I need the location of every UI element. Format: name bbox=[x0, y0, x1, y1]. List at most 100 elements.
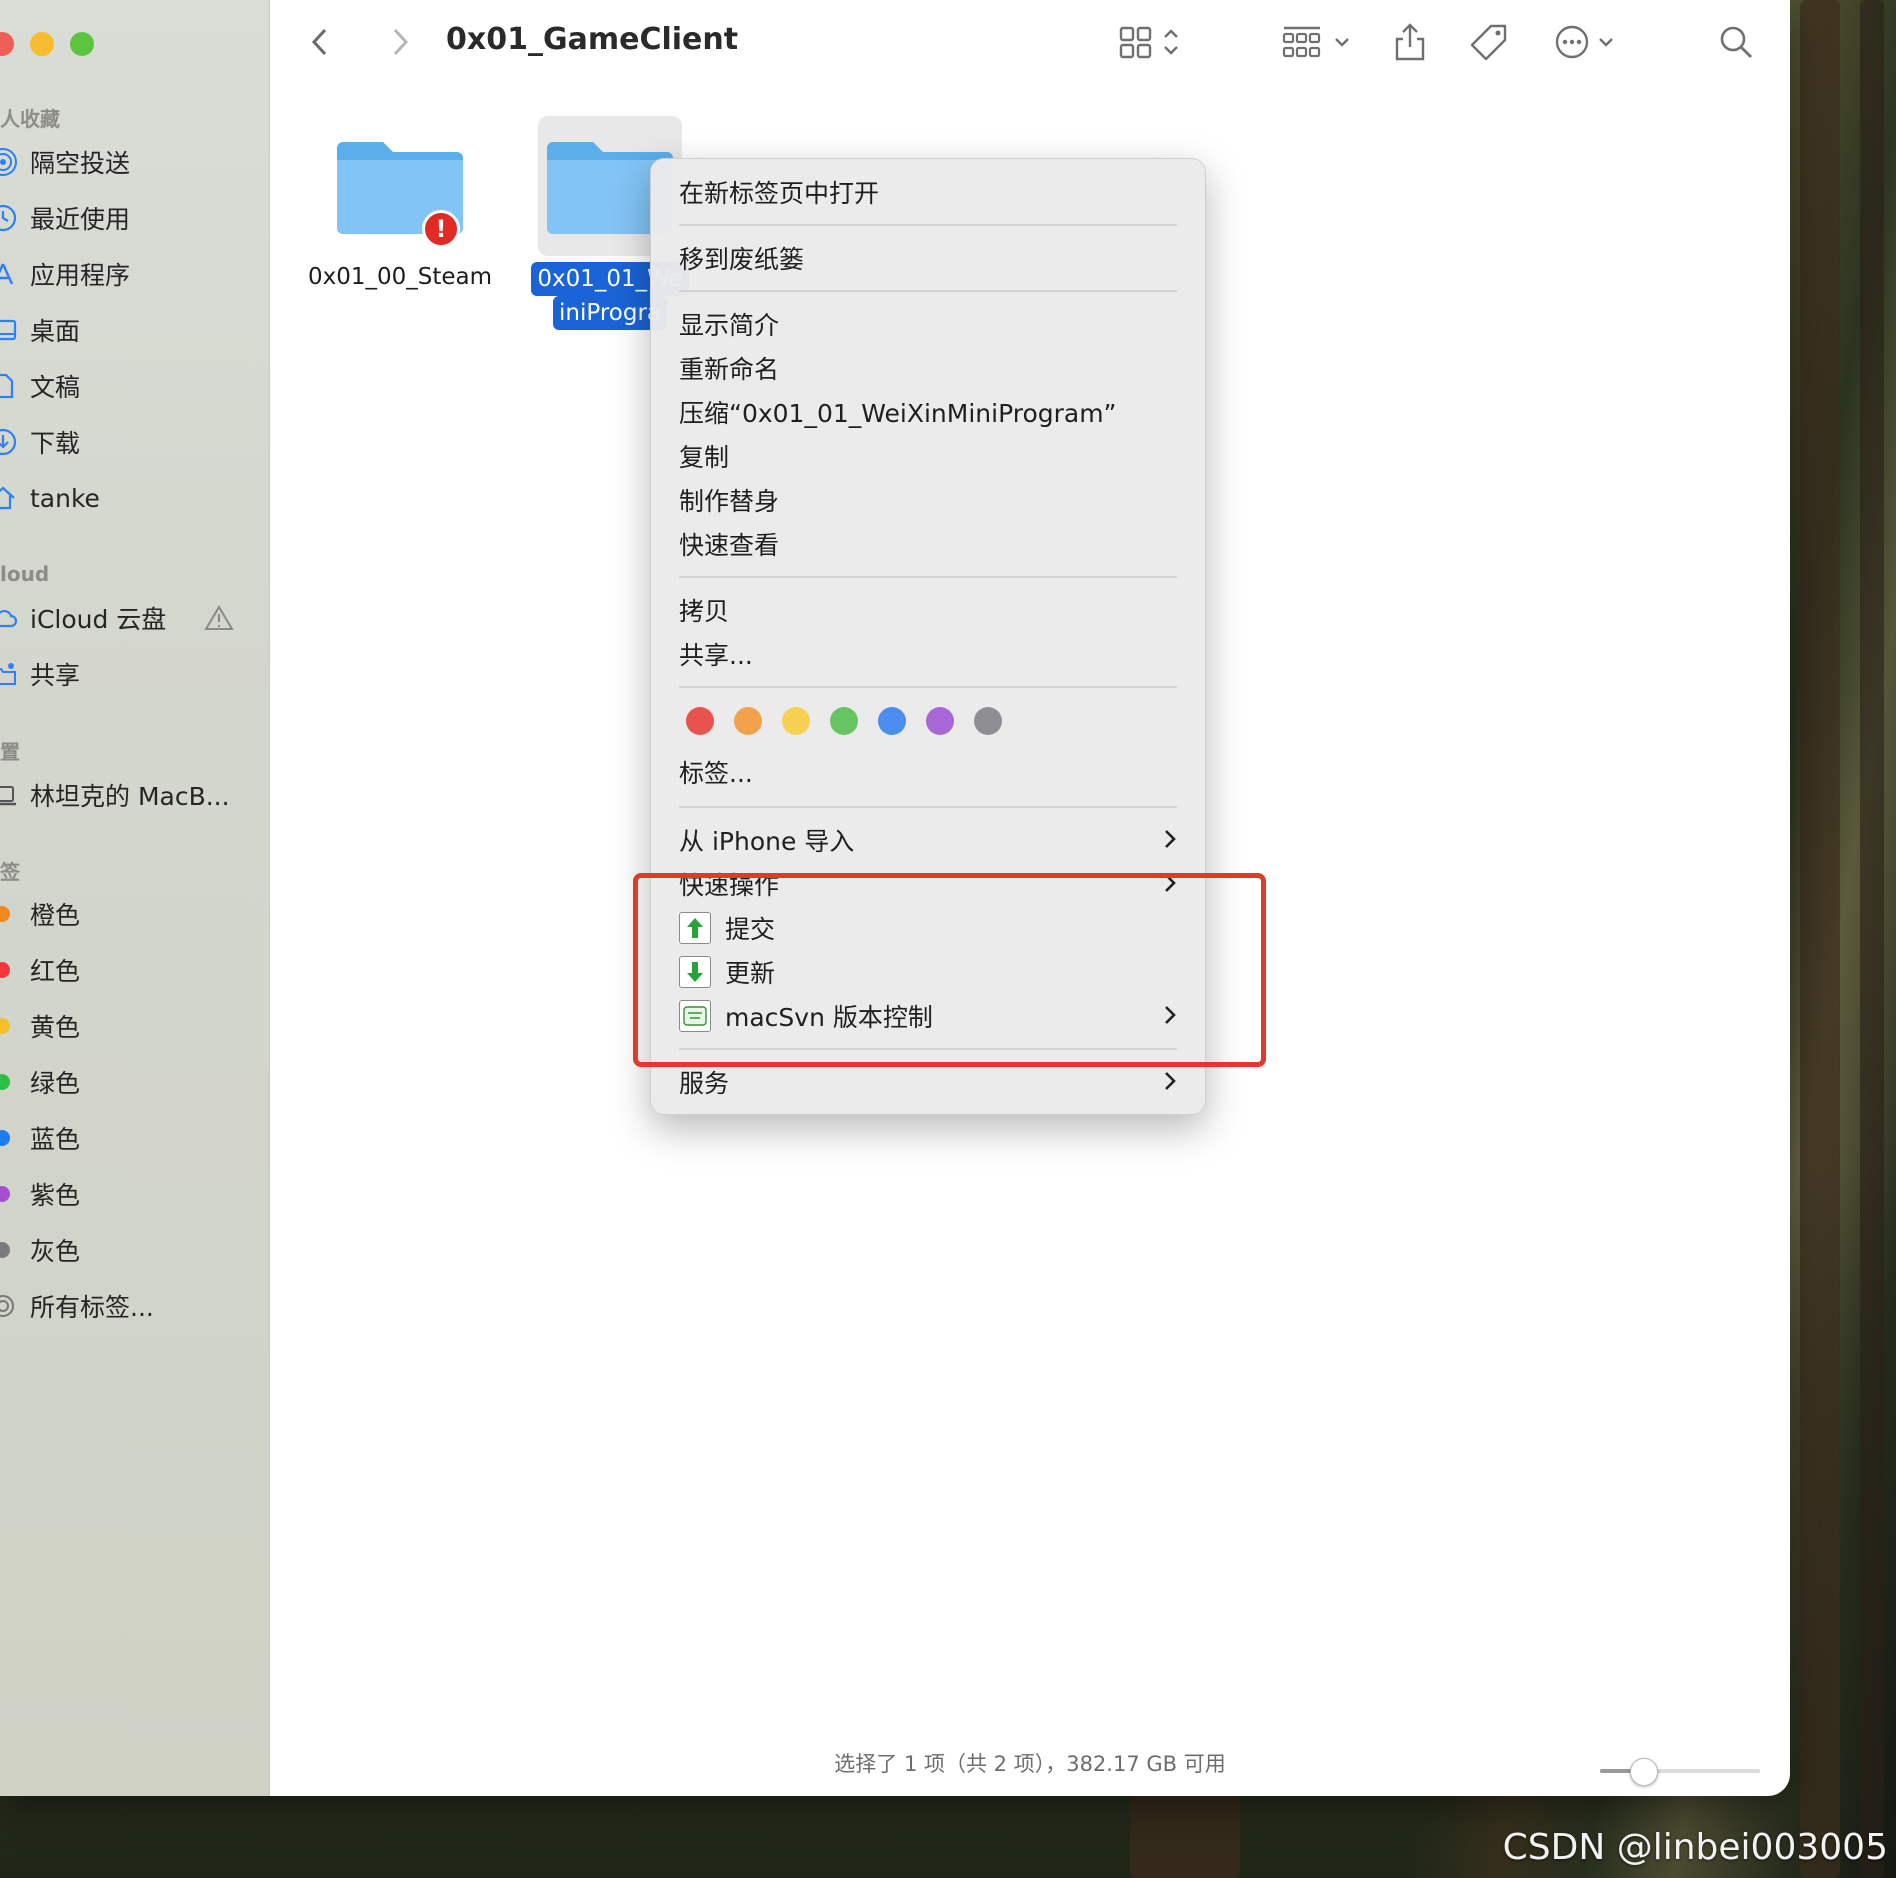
shared-folder-icon bbox=[0, 659, 30, 689]
clock-icon bbox=[0, 203, 30, 233]
sidebar-item-applications[interactable]: 应用程序 bbox=[0, 254, 130, 294]
menu-item-share[interactable]: 共享... bbox=[679, 634, 1177, 674]
sidebar-item-label: 所有标签... bbox=[30, 1293, 154, 1322]
menu-item-label: 共享... bbox=[679, 641, 753, 670]
zoom-window-button[interactable] bbox=[70, 32, 94, 56]
menu-item-label: 标签... bbox=[679, 759, 753, 788]
status-bar: 选择了 1 项（共 2 项），382.17 GB 可用 bbox=[270, 1748, 1790, 1788]
menu-item-tags[interactable]: 标签... bbox=[679, 752, 1177, 792]
sidebar-item-label: 黄色 bbox=[30, 1013, 81, 1042]
menu-item-label: 服务 bbox=[679, 1069, 730, 1098]
share-button[interactable] bbox=[1390, 22, 1430, 66]
sidebar-item-tag-purple[interactable]: 紫色 bbox=[0, 1174, 80, 1214]
sidebar-item-label: 文稿 bbox=[30, 373, 81, 402]
menu-separator bbox=[679, 224, 1177, 226]
window-title: 0x01_GameClient bbox=[446, 22, 739, 57]
forward-button[interactable] bbox=[380, 22, 420, 66]
sidebar-item-tag-orange[interactable]: 橙色 bbox=[0, 894, 80, 934]
cloud-icon bbox=[0, 603, 30, 633]
menu-item-label: 压缩“0x01_01_WeiXinMiniProgram” bbox=[679, 399, 1117, 428]
tag-color-dot bbox=[0, 906, 10, 922]
menu-item-services[interactable]: 服务 bbox=[679, 1062, 1177, 1102]
sidebar-item-tag-green[interactable]: 绿色 bbox=[0, 1062, 80, 1102]
sidebar-heading-favorites: 人收藏 bbox=[0, 107, 60, 131]
ellipsis-circle-icon bbox=[1554, 24, 1624, 64]
sidebar-item-recents[interactable]: 最近使用 bbox=[0, 198, 130, 238]
menu-separator bbox=[679, 576, 1177, 578]
menu-item-import-from-iphone[interactable]: 从 iPhone 导入 bbox=[679, 820, 1177, 860]
menu-item-duplicate[interactable]: 复制 bbox=[679, 436, 1177, 476]
sidebar-item-shared[interactable]: 共享 bbox=[0, 654, 80, 694]
close-window-button[interactable] bbox=[0, 32, 14, 56]
sidebar-item-label: 下载 bbox=[30, 429, 81, 458]
sidebar-heading-locations: 置 bbox=[0, 740, 20, 764]
back-button[interactable] bbox=[300, 22, 340, 66]
slider-knob[interactable] bbox=[1630, 1758, 1659, 1786]
menu-item-label: 制作替身 bbox=[679, 487, 780, 516]
menu-item-copy[interactable]: 拷贝 bbox=[679, 590, 1177, 630]
sidebar-item-desktop[interactable]: 桌面 bbox=[0, 310, 80, 350]
sidebar-item-label: 桌面 bbox=[30, 317, 81, 346]
menu-item-make-alias[interactable]: 制作替身 bbox=[679, 480, 1177, 520]
tag-color-yellow[interactable] bbox=[782, 707, 810, 735]
tag-color-orange[interactable] bbox=[734, 707, 762, 735]
search-icon bbox=[1718, 24, 1754, 64]
chevron-right-icon bbox=[1163, 1068, 1177, 1100]
status-text: 选择了 1 项（共 2 项），382.17 GB 可用 bbox=[834, 1752, 1226, 1776]
sidebar-item-icloud-drive[interactable]: iCloud 云盘 bbox=[0, 598, 235, 638]
tag-color-green[interactable] bbox=[830, 707, 858, 735]
sidebar-item-tag-gray[interactable]: 灰色 bbox=[0, 1230, 80, 1270]
sidebar-item-label: 隔空投送 bbox=[30, 149, 131, 178]
tag-color-gray[interactable] bbox=[974, 707, 1002, 735]
menu-item-label: 重新命名 bbox=[679, 355, 780, 384]
tag-color-purple[interactable] bbox=[926, 707, 954, 735]
menu-item-label: 从 iPhone 导入 bbox=[679, 827, 855, 856]
sidebar-item-label: 共享 bbox=[30, 661, 81, 690]
laptop-icon bbox=[0, 780, 30, 810]
tag-color-red[interactable] bbox=[686, 707, 714, 735]
icon-size-slider[interactable] bbox=[1600, 1758, 1760, 1786]
document-icon bbox=[0, 371, 30, 401]
sidebar-heading-tags: 签 bbox=[0, 860, 20, 884]
view-mode-button[interactable] bbox=[1118, 22, 1194, 66]
menu-item-quick-look[interactable]: 快速查看 bbox=[679, 524, 1177, 564]
sidebar-item-label: 应用程序 bbox=[30, 261, 131, 290]
tag-button[interactable] bbox=[1468, 22, 1510, 66]
sidebar-item-tag-red[interactable]: 红色 bbox=[0, 950, 80, 990]
sidebar-item-label: 蓝色 bbox=[30, 1125, 81, 1154]
chevron-right-icon bbox=[390, 26, 410, 62]
sidebar: 人收藏 隔空投送 最近使用 应用程序 桌面 文稿 下载 tanke loud i… bbox=[0, 0, 270, 1796]
sidebar-item-airdrop[interactable]: 隔空投送 bbox=[0, 142, 130, 182]
menu-item-open-new-tab[interactable]: 在新标签页中打开 bbox=[679, 172, 1177, 212]
folder-icon: ! bbox=[300, 130, 500, 256]
group-grid-icon bbox=[1282, 24, 1356, 64]
home-icon bbox=[0, 483, 30, 513]
menu-item-rename[interactable]: 重新命名 bbox=[679, 348, 1177, 388]
sidebar-item-documents[interactable]: 文稿 bbox=[0, 366, 80, 406]
minimize-window-button[interactable] bbox=[30, 32, 54, 56]
menu-separator bbox=[679, 806, 1177, 808]
group-by-button[interactable] bbox=[1282, 22, 1356, 66]
sidebar-item-home[interactable]: tanke bbox=[0, 478, 100, 518]
sidebar-item-all-tags[interactable]: 所有标签... bbox=[0, 1286, 154, 1326]
tag-color-blue[interactable] bbox=[878, 707, 906, 735]
file-name-label: 0x01_00_Steam bbox=[307, 264, 493, 290]
menu-item-move-to-trash[interactable]: 移到废纸篓 bbox=[679, 238, 1177, 278]
menu-item-compress[interactable]: 压缩“0x01_01_WeiXinMiniProgram” bbox=[679, 392, 1177, 432]
menu-item-label: 在新标签页中打开 bbox=[679, 179, 880, 208]
tag-color-dot bbox=[0, 1130, 10, 1146]
sidebar-item-label: 灰色 bbox=[30, 1237, 81, 1266]
sidebar-item-tag-yellow[interactable]: 黄色 bbox=[0, 1006, 80, 1046]
chevron-left-icon bbox=[310, 26, 330, 62]
sidebar-item-label: 红色 bbox=[30, 957, 81, 986]
search-button[interactable] bbox=[1716, 22, 1756, 66]
sidebar-heading-icloud: loud bbox=[0, 562, 50, 586]
sidebar-item-macbook[interactable]: 林坦克的 MacB... bbox=[0, 775, 230, 815]
warning-icon bbox=[204, 604, 235, 632]
error-badge-icon: ! bbox=[422, 210, 460, 248]
folder-item-steam[interactable]: ! 0x01_00_Steam bbox=[300, 130, 500, 294]
more-actions-button[interactable] bbox=[1554, 22, 1624, 66]
sidebar-item-downloads[interactable]: 下载 bbox=[0, 422, 80, 462]
menu-item-get-info[interactable]: 显示简介 bbox=[679, 304, 1177, 344]
sidebar-item-tag-blue[interactable]: 蓝色 bbox=[0, 1118, 80, 1158]
